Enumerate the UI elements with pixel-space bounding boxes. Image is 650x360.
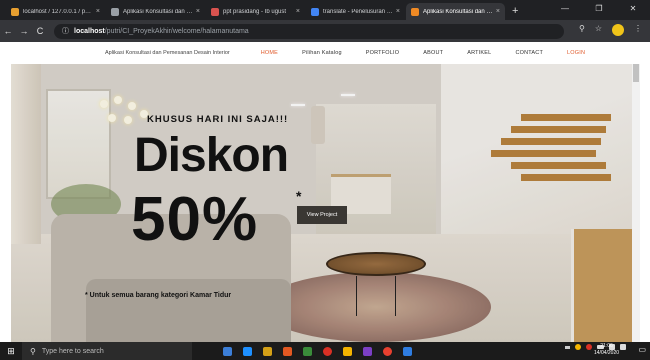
taskbar-search-placeholder: Type here to search [41, 347, 104, 355]
windows-taskbar: ⊞ ⚲ Type here to search [0, 342, 650, 360]
nav-about[interactable]: ABOUT [423, 50, 443, 56]
favicon-icon [411, 7, 419, 16]
tab-3[interactable]: ppt prasidang - Ib ugust × [206, 3, 305, 20]
info-icon[interactable]: ⓘ [62, 26, 69, 36]
nav-home[interactable]: HOME [261, 50, 278, 56]
window-controls: — ❐ ✕ [548, 0, 650, 20]
maximize-button[interactable]: ❐ [582, 0, 616, 20]
minimize-button[interactable]: — [548, 0, 582, 20]
close-tab-icon[interactable]: × [96, 8, 100, 15]
close-window-button[interactable]: ✕ [616, 0, 650, 20]
edge-icon[interactable] [237, 342, 257, 360]
close-tab-icon[interactable]: × [396, 8, 400, 15]
tab-4[interactable]: translate - Penelusuran Goo × [306, 3, 405, 20]
site-brand[interactable]: Aplikasi Konsultasi dan Pemesanan Desain… [105, 50, 230, 56]
search-icon[interactable]: ⚲ [579, 24, 585, 36]
nav-artikel[interactable]: ARTIKEL [467, 50, 491, 56]
url-host: localhost [74, 27, 105, 35]
hero-banner: KHUSUS HARI INI SAJA!!! Diskon 50% * Vie… [11, 64, 632, 342]
tab-2[interactable]: Aplikasi Konsultasi dan Pem × [106, 3, 205, 20]
new-tab-button[interactable]: + [512, 3, 518, 20]
page-scrollbar[interactable] [632, 64, 640, 342]
browser-right-icons: ⚲ ☆ ⋮ [579, 24, 642, 36]
forward-button[interactable]: → [16, 26, 32, 36]
star-icon[interactable]: ☆ [595, 24, 602, 36]
app-icon[interactable] [357, 342, 377, 360]
favicon-icon [311, 7, 319, 16]
taskview-icon[interactable] [217, 342, 237, 360]
favicon-icon [11, 7, 19, 16]
search-icon: ⚲ [30, 346, 36, 356]
favicon-icon [211, 7, 219, 16]
app-icon[interactable] [377, 342, 397, 360]
tray-app-icon[interactable] [575, 344, 581, 350]
tray-up-icon[interactable] [565, 345, 570, 349]
close-tab-icon[interactable]: × [196, 8, 200, 15]
taskbar-apps [217, 342, 417, 360]
back-button[interactable]: ← [0, 26, 16, 36]
nav-contact[interactable]: CONTACT [515, 50, 543, 56]
menu-icon[interactable]: ⋮ [634, 24, 642, 36]
chrome-icon[interactable] [317, 342, 337, 360]
promo-footnote: * Untuk semua barang kategori Kamar Tidu… [85, 292, 232, 299]
scrollbar-thumb[interactable] [633, 64, 639, 82]
reload-button[interactable]: C [32, 26, 48, 36]
tab-1[interactable]: localhost / 127.0.0.1 / proyek × [6, 3, 105, 20]
close-tab-icon[interactable]: × [496, 8, 500, 15]
favicon-icon [111, 7, 119, 16]
browser-tab-strip: localhost / 127.0.0.1 / proyek × Aplikasi… [0, 0, 650, 20]
app-icon[interactable] [297, 342, 317, 360]
close-tab-icon[interactable]: × [296, 8, 300, 15]
promo-asterisk: * [296, 188, 302, 204]
taskbar-search[interactable]: ⚲ Type here to search [22, 342, 192, 360]
windows-start-icon[interactable]: ⊞ [0, 346, 22, 357]
taskbar-clock[interactable]: 21:06 14/04/2020 [594, 343, 619, 357]
site-navbar: Aplikasi Konsultasi dan Pemesanan Desain… [0, 42, 650, 64]
clock-time: 21:06 [600, 343, 613, 349]
page-left-margin [0, 64, 11, 342]
volume-icon[interactable] [620, 344, 626, 350]
promo-tagline: KHUSUS HARI INI SAJA!!! [147, 114, 289, 125]
profile-icon[interactable] [612, 24, 624, 36]
app-icon[interactable] [337, 342, 357, 360]
address-bar: ← → C ⓘ localhost /putri/CI_ProyekAkhir/… [0, 20, 650, 42]
nav-portfolio[interactable]: PORTFOLIO [366, 50, 399, 56]
tab-5-active[interactable]: Aplikasi Konsultasi dan Pem × [406, 3, 505, 20]
tray-app-icon[interactable] [586, 344, 592, 350]
promo-headline: Diskon [134, 129, 289, 182]
url-path: /putri/CI_ProyekAkhir/welcome/halamanuta… [104, 27, 249, 35]
promo-percent: 50% [131, 185, 259, 254]
clock-date: 14/04/2020 [594, 350, 620, 356]
nav-pilihan-katalog[interactable]: Pilihan Katalog [302, 50, 342, 56]
nav-login[interactable]: LOGIN [567, 50, 585, 56]
hero-overlay [11, 64, 632, 342]
store-icon[interactable] [277, 342, 297, 360]
file-explorer-icon[interactable] [257, 342, 277, 360]
notification-icon[interactable]: ▭ [638, 345, 646, 354]
url-input[interactable]: ⓘ localhost /putri/CI_ProyekAkhir/welcom… [54, 23, 564, 39]
view-project-button[interactable]: View Project [297, 206, 347, 224]
app-icon[interactable] [397, 342, 417, 360]
